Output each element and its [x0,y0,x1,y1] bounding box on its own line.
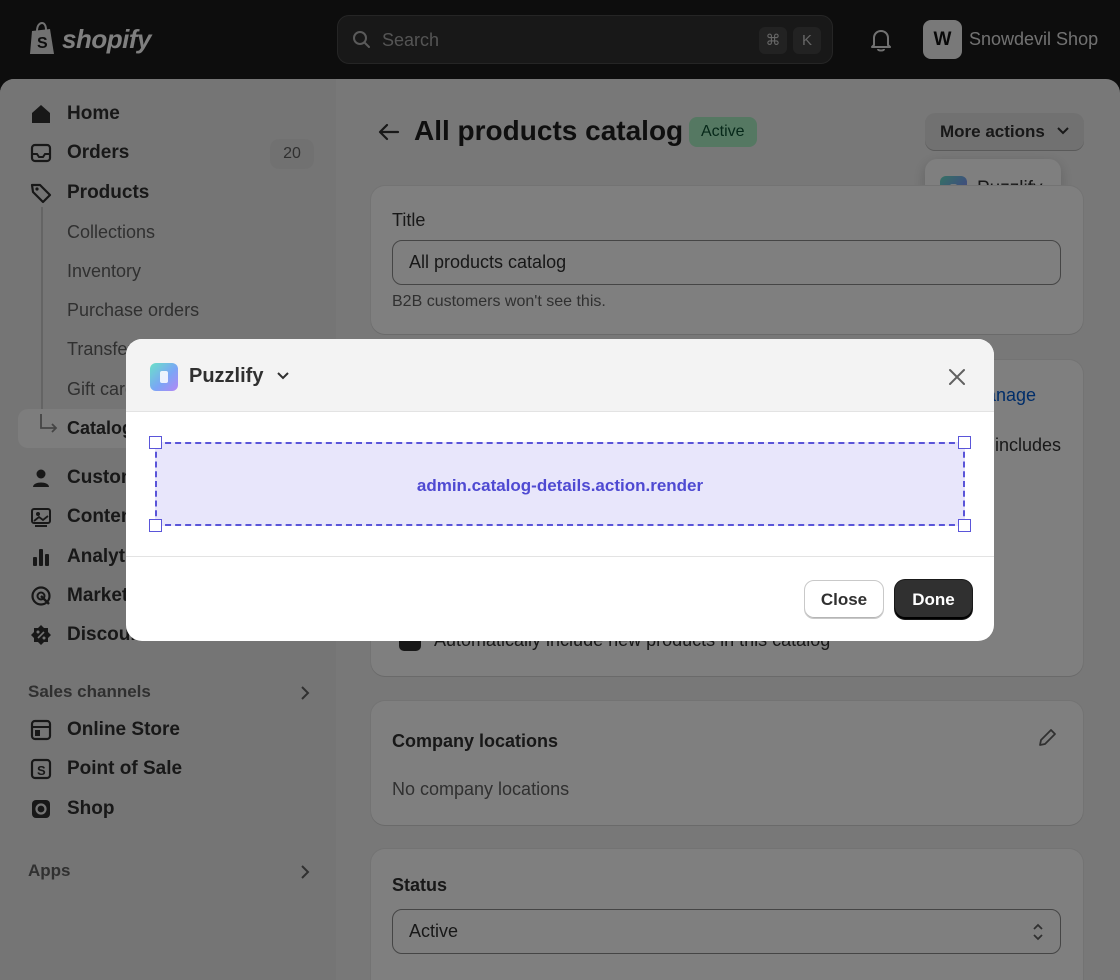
resize-handle [958,436,971,449]
extension-target-label: admin.catalog-details.action.render [416,476,704,495]
modal-header: Puzzlify [126,339,994,412]
app-action-modal: Puzzlify admin.catalog-details.action.re… [126,339,994,641]
close-button[interactable]: Close [804,580,884,619]
close-icon[interactable] [946,366,968,388]
extension-target-placeholder: admin.catalog-details.action.render [149,436,971,532]
modal-footer: Close Done [126,556,994,641]
resize-handle [149,436,162,449]
puzzlify-app-icon [150,363,178,391]
done-button[interactable]: Done [895,580,972,619]
resize-handle [149,519,162,532]
resize-handle [958,519,971,532]
chevron-down-icon[interactable] [276,371,290,381]
modal-title[interactable]: Puzzlify [189,365,263,388]
